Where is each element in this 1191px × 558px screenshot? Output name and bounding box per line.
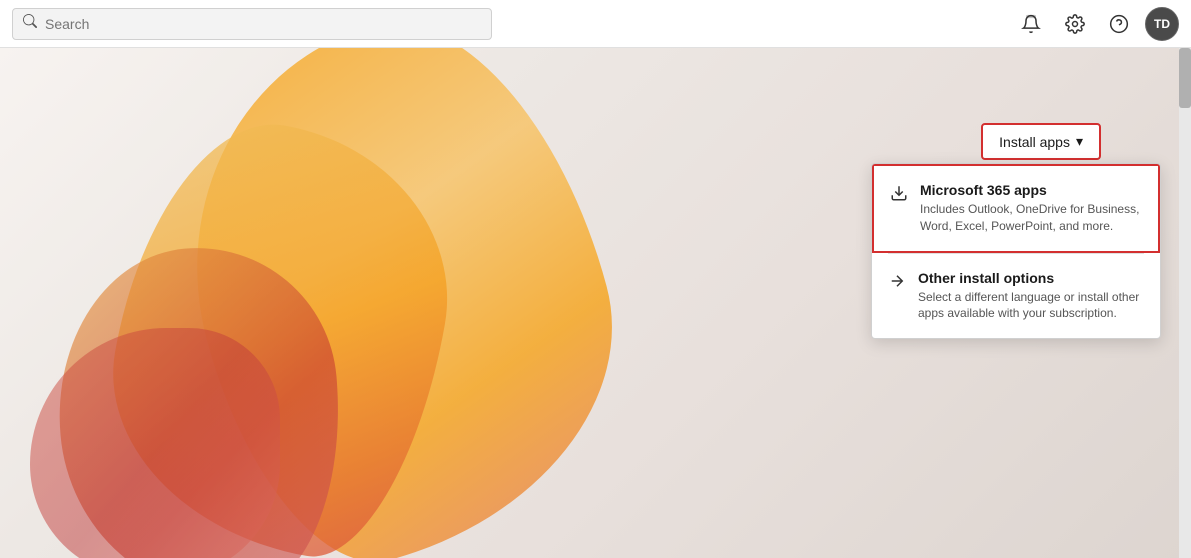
help-icon [1109,14,1129,34]
main-content: Install apps ▾ Microsoft 365 apps Includ… [0,48,1191,558]
avatar-initials: TD [1154,17,1170,31]
other-text: Other install options Select a different… [918,270,1144,323]
chevron-down-icon: ▾ [1076,133,1083,150]
notifications-icon [1021,14,1041,34]
search-box[interactable] [12,8,492,40]
m365-title: Microsoft 365 apps [920,182,1142,198]
topbar-right: TD [1013,6,1179,42]
user-avatar-button[interactable]: TD [1145,7,1179,41]
other-description: Select a different language or install o… [918,289,1144,323]
notifications-button[interactable] [1013,6,1049,42]
settings-button[interactable] [1057,6,1093,42]
scrollbar-thumb[interactable] [1179,48,1191,108]
arrow-right-icon [888,272,906,295]
scrollbar[interactable] [1179,48,1191,558]
install-apps-button[interactable]: Install apps ▾ [981,123,1101,160]
other-title: Other install options [918,270,1144,286]
dropdown-item-m365[interactable]: Microsoft 365 apps Includes Outlook, One… [872,164,1160,253]
download-icon [890,184,908,207]
help-button[interactable] [1101,6,1137,42]
install-apps-dropdown: Microsoft 365 apps Includes Outlook, One… [871,163,1161,339]
settings-icon [1065,14,1085,34]
search-icon [23,14,37,33]
background-area: Install apps ▾ Microsoft 365 apps Includ… [0,48,1191,558]
install-apps-label: Install apps [999,134,1070,150]
m365-description: Includes Outlook, OneDrive for Business,… [920,201,1142,235]
search-input[interactable] [45,16,481,32]
dropdown-item-other[interactable]: Other install options Select a different… [872,254,1160,339]
m365-text: Microsoft 365 apps Includes Outlook, One… [920,182,1142,235]
topbar: TD [0,0,1191,48]
